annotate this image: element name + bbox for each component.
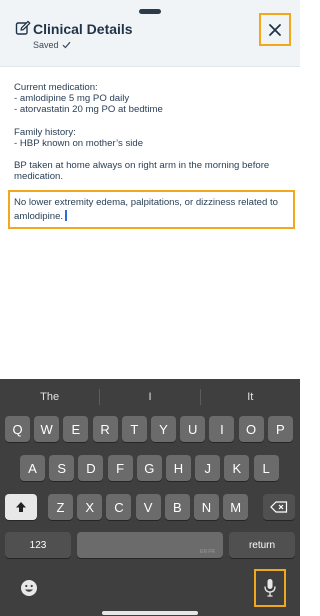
space-language-hint: EN FR bbox=[200, 549, 215, 555]
notes-text[interactable]: Current medication: - amlodipine 5 mg PO… bbox=[14, 82, 290, 193]
saved-status: Saved bbox=[33, 40, 71, 50]
emoji-icon[interactable] bbox=[20, 579, 38, 597]
active-paragraph[interactable]: No lower extremity edema, palpitations, … bbox=[14, 197, 284, 223]
clinical-details-header: Clinical Details Saved bbox=[0, 0, 300, 67]
pencil-square-icon bbox=[15, 20, 31, 35]
key-a[interactable]: A bbox=[20, 455, 45, 481]
key-z[interactable]: Z bbox=[48, 494, 73, 520]
saved-label: Saved bbox=[33, 40, 59, 50]
key-b[interactable]: B bbox=[164, 494, 190, 520]
key-y[interactable]: Y bbox=[151, 416, 176, 442]
close-button[interactable] bbox=[259, 13, 291, 46]
key-r[interactable]: R bbox=[92, 416, 118, 442]
key-s[interactable]: S bbox=[49, 455, 75, 481]
on-screen-keyboard: The I It QWERTYUIOPASDFGHJKLZXCVBNM 123 … bbox=[0, 379, 300, 616]
dictation-button[interactable] bbox=[254, 569, 286, 607]
key-x[interactable]: X bbox=[77, 494, 103, 520]
suggestion-item[interactable]: I bbox=[100, 391, 199, 403]
key-f[interactable]: F bbox=[107, 455, 133, 481]
key-u[interactable]: U bbox=[180, 416, 206, 442]
key-h[interactable]: H bbox=[166, 455, 191, 481]
suggestion-bar: The I It bbox=[0, 379, 300, 415]
note-paragraph: BP taken at home always on right arm in … bbox=[14, 160, 270, 183]
note-paragraph: Current medication: - amlodipine 5 mg PO… bbox=[14, 82, 163, 116]
key-m[interactable]: M bbox=[223, 494, 249, 520]
key-c[interactable]: C bbox=[106, 494, 132, 520]
suggestion-item[interactable]: It bbox=[201, 391, 300, 403]
key-i[interactable]: I bbox=[209, 416, 235, 442]
note-paragraph: Family history: - HBP known on mother’s … bbox=[14, 126, 144, 149]
close-icon bbox=[269, 23, 281, 36]
page-title: Clinical Details bbox=[33, 21, 133, 37]
active-paragraph-text: No lower extremity edema, palpitations, … bbox=[14, 197, 278, 222]
key-t[interactable]: T bbox=[121, 416, 147, 442]
return-key[interactable]: return bbox=[229, 532, 295, 558]
home-indicator[interactable] bbox=[102, 611, 198, 615]
numbers-key[interactable]: 123 bbox=[5, 532, 71, 558]
key-p[interactable]: P bbox=[267, 416, 293, 442]
key-o[interactable]: O bbox=[238, 416, 264, 442]
microphone-icon bbox=[264, 579, 276, 597]
delete-key[interactable] bbox=[263, 494, 295, 520]
key-n[interactable]: N bbox=[194, 494, 219, 520]
key-g[interactable]: G bbox=[136, 455, 162, 481]
key-q[interactable]: Q bbox=[5, 416, 30, 442]
key-e[interactable]: E bbox=[63, 416, 89, 442]
shift-arrow-icon bbox=[16, 502, 26, 512]
sheet-grabber[interactable] bbox=[139, 9, 161, 14]
key-k[interactable]: K bbox=[224, 455, 250, 481]
backspace-icon bbox=[270, 501, 288, 513]
key-w[interactable]: W bbox=[34, 416, 60, 442]
checkmark-icon bbox=[62, 41, 70, 49]
shift-key[interactable] bbox=[5, 494, 37, 520]
text-cursor bbox=[65, 209, 67, 221]
key-l[interactable]: L bbox=[253, 455, 279, 481]
space-key[interactable]: EN FR bbox=[77, 532, 223, 558]
key-v[interactable]: V bbox=[135, 494, 161, 520]
suggestion-item[interactable]: The bbox=[0, 391, 99, 403]
key-j[interactable]: J bbox=[195, 455, 221, 481]
key-d[interactable]: D bbox=[78, 455, 104, 481]
